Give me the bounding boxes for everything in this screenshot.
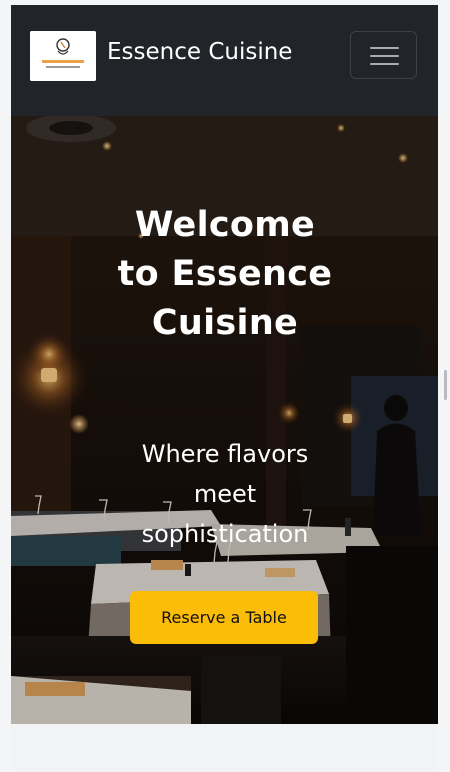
hero-title: Welcome to Essence Cuisine [117,205,333,343]
navbar: Essence Cuisine [11,5,438,116]
hero-section: Welcome to Essence Cuisine Where flavors… [11,116,438,724]
hero-subtitle: Where flavors meet sophistication [141,440,309,548]
menu-toggle-button[interactable] [350,31,417,79]
page-frame: Essence Cuisine Welcome to Essence Cuisi… [11,5,438,772]
scrollbar-thumb[interactable] [444,370,447,400]
reserve-table-button[interactable]: Reserve a Table [130,591,318,644]
brand-name[interactable]: Essence Cuisine [107,39,292,65]
restaurant-logo-icon[interactable] [30,31,96,81]
